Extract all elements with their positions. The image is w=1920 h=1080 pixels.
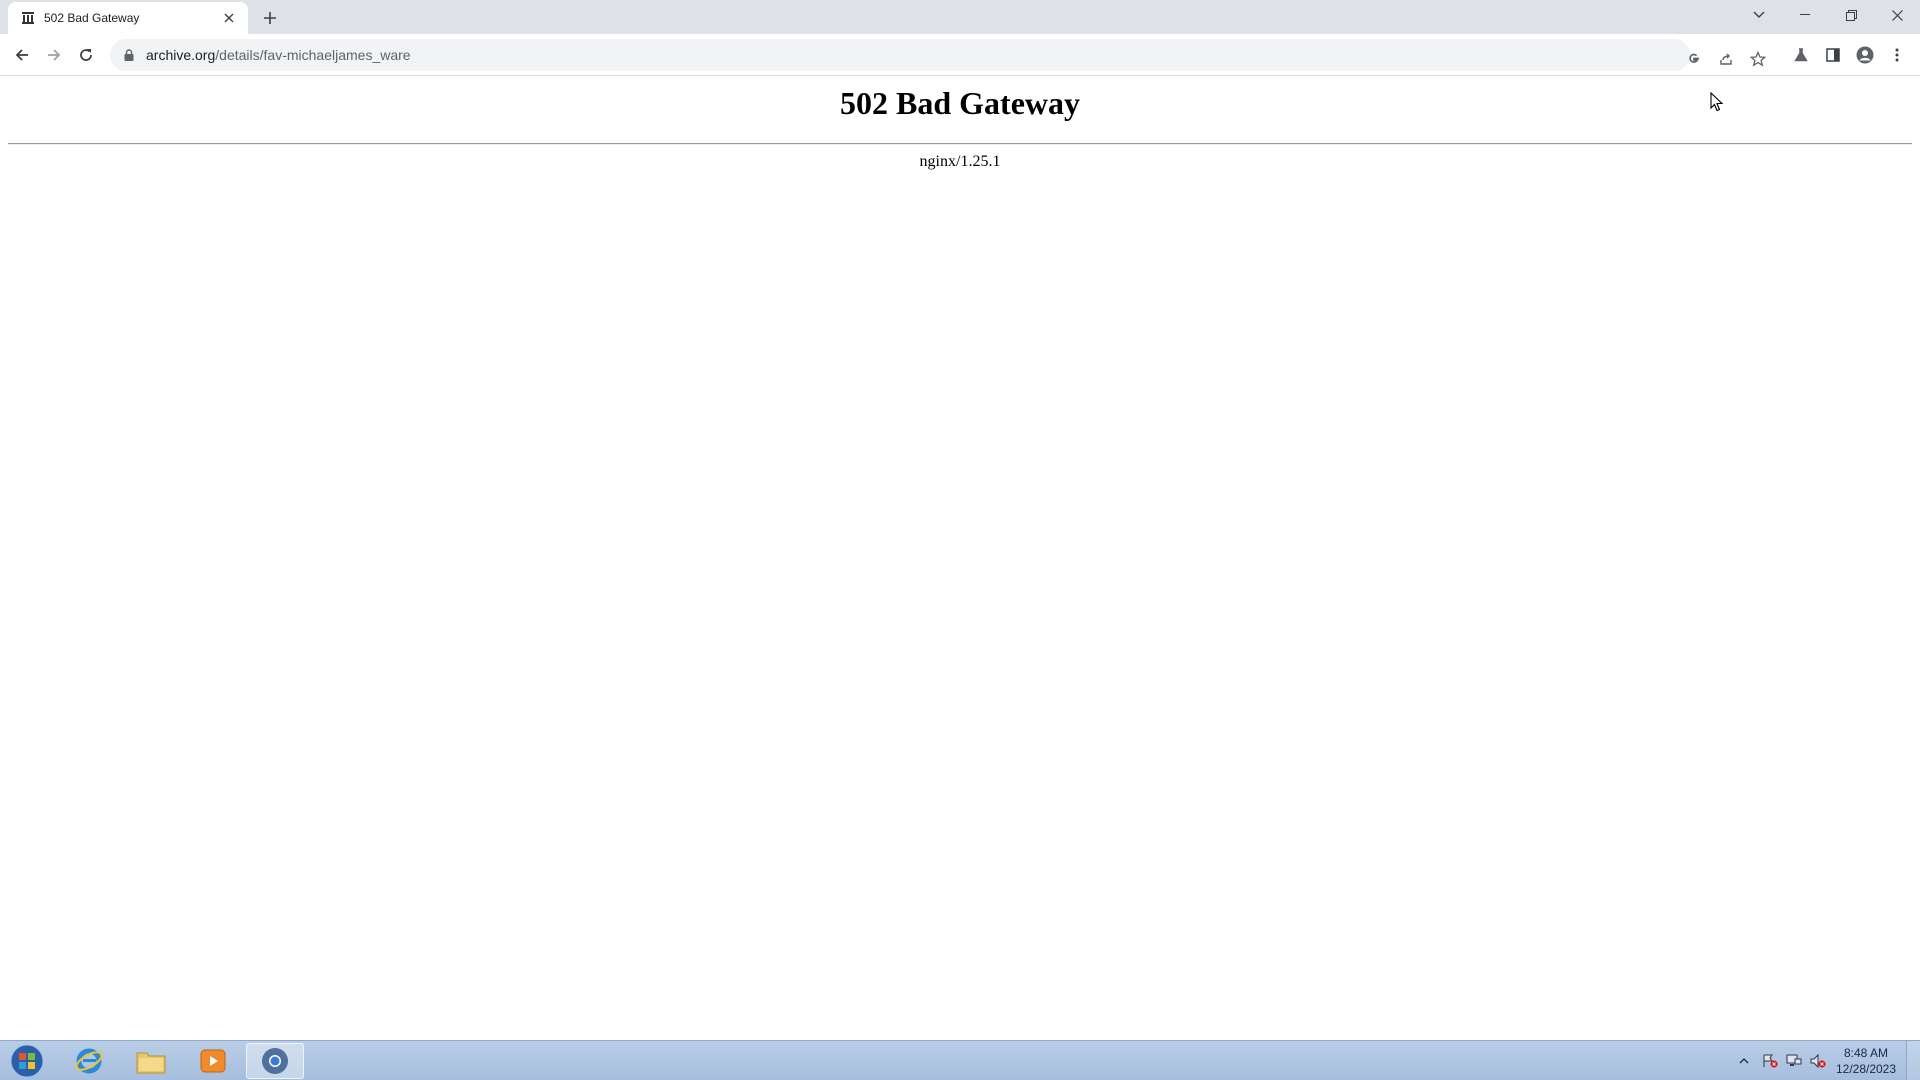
volume-muted-icon[interactable]: [1810, 1053, 1826, 1069]
address-bar[interactable]: archive.org/details/fav-michaeljames_war…: [110, 39, 1766, 71]
back-button[interactable]: [8, 41, 36, 69]
tab-active[interactable]: 502 Bad Gateway: [8, 2, 248, 34]
forward-button[interactable]: [40, 41, 68, 69]
labs-flask-icon[interactable]: [1788, 42, 1814, 68]
chrome-icon[interactable]: [246, 1043, 304, 1079]
internet-explorer-icon[interactable]: [60, 1043, 118, 1079]
tab-strip: 502 Bad Gateway: [0, 0, 1920, 34]
page-content: 502 Bad Gateway nginx/1.25.1: [0, 77, 1920, 1040]
close-tab-icon[interactable]: [220, 9, 238, 27]
archive-icon: [20, 10, 36, 26]
network-icon[interactable]: [1786, 1053, 1802, 1069]
server-signature: nginx/1.25.1: [919, 153, 1001, 170]
tab-title: 502 Bad Gateway: [44, 11, 140, 25]
menu-kebab-icon[interactable]: [1884, 42, 1910, 68]
minimize-button[interactable]: [1782, 0, 1828, 30]
system-clock[interactable]: 8:48 AM 12/28/2023: [1830, 1045, 1902, 1077]
lock-icon[interactable]: [122, 48, 136, 62]
divider: [8, 143, 1912, 145]
bookmark-star-icon[interactable]: [1746, 47, 1770, 71]
file-explorer-icon[interactable]: [122, 1043, 180, 1079]
side-panel-icon[interactable]: [1820, 42, 1846, 68]
close-window-button[interactable]: [1874, 0, 1920, 30]
google-translate-icon[interactable]: [1682, 47, 1706, 71]
action-center-icon[interactable]: [1762, 1053, 1778, 1069]
share-icon[interactable]: [1714, 47, 1738, 71]
reload-button[interactable]: [72, 41, 100, 69]
clock-date: 12/28/2023: [1835, 1062, 1897, 1076]
url-text[interactable]: archive.org/details/fav-michaeljames_war…: [146, 47, 411, 63]
show-hidden-icons-icon[interactable]: [1736, 1053, 1752, 1069]
browser-toolbar: archive.org/details/fav-michaeljames_war…: [0, 34, 1920, 76]
error-heading: 502 Bad Gateway: [840, 85, 1080, 121]
mouse-cursor-icon: [1710, 91, 1724, 112]
show-desktop-button[interactable]: [1906, 1041, 1920, 1080]
new-tab-button[interactable]: [258, 6, 282, 30]
url-host: archive.org: [146, 47, 216, 63]
restore-button[interactable]: [1828, 0, 1874, 30]
clock-time: 8:48 AM: [1843, 1046, 1889, 1060]
tab-search-icon[interactable]: [1736, 0, 1782, 30]
media-player-icon[interactable]: [184, 1043, 242, 1079]
url-path: /details/fav-michaeljames_ware: [215, 47, 411, 63]
profile-avatar-icon[interactable]: [1852, 42, 1878, 68]
start-button[interactable]: [4, 1042, 50, 1080]
taskbar: 8:48 AM 12/28/2023: [0, 1040, 1920, 1080]
